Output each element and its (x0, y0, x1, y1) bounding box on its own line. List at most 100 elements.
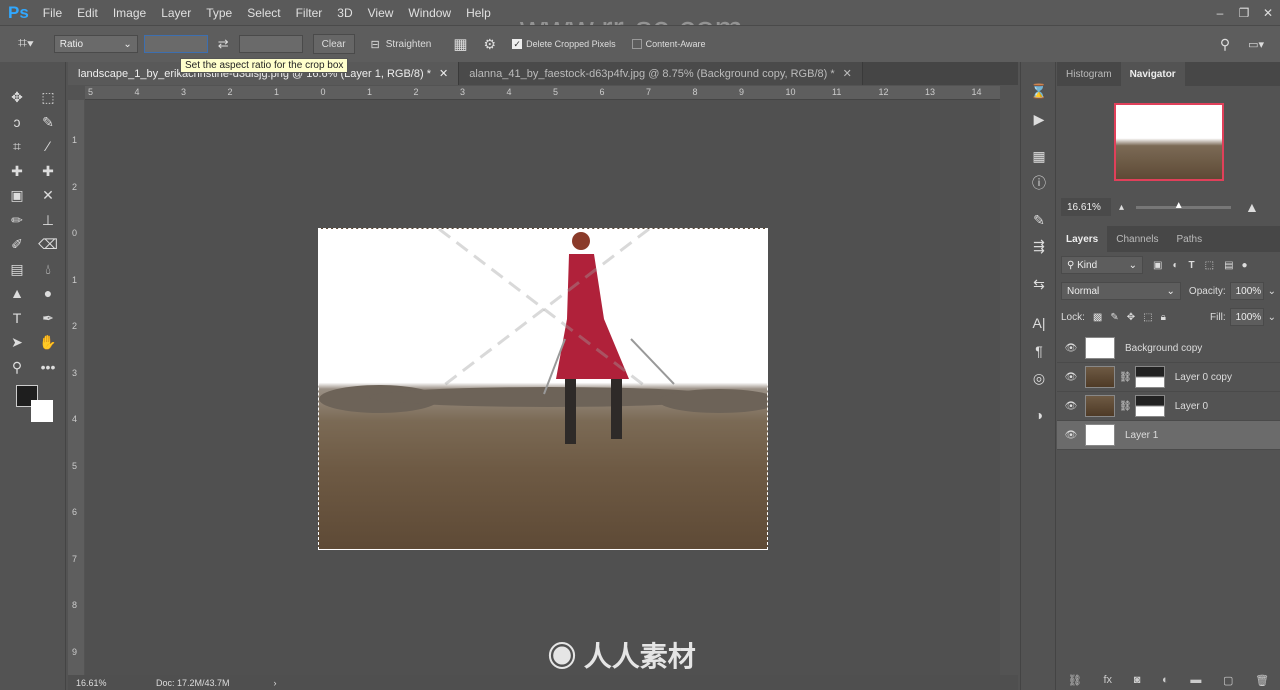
slider-knob[interactable]: ▲ (1174, 200, 1184, 211)
tab-navigator[interactable]: Navigator (1120, 62, 1185, 86)
menu-3d[interactable]: 3D (337, 6, 352, 20)
link-layers-icon[interactable]: ⛓ (1068, 674, 1082, 687)
history-panel-icon[interactable]: ⌛ (1028, 80, 1050, 102)
move-tool-icon[interactable]: ✥ (6, 86, 28, 108)
menu-view[interactable]: View (368, 6, 394, 20)
document-tab[interactable]: alanna_41_by_faestock-d63p4fv.jpg @ 8.75… (459, 62, 863, 85)
opacity-input[interactable]: 100% (1229, 282, 1264, 300)
type-tool-icon[interactable]: T (6, 307, 28, 329)
adjustments-panel-icon[interactable]: ◑ (1028, 404, 1050, 426)
menu-file[interactable]: File (43, 6, 62, 20)
lock-artboard-icon[interactable]: ⬚ (1143, 312, 1152, 323)
group-icon[interactable]: ▬ (1190, 674, 1201, 686)
filter-shape-icon[interactable]: ⬚ (1205, 260, 1214, 271)
layer-row[interactable]: 👁︎ ⛓ Layer 0 copy (1057, 363, 1280, 392)
menu-window[interactable]: Window (408, 6, 451, 20)
visibility-eye-icon[interactable]: 👁︎ (1057, 430, 1085, 441)
filter-toggle[interactable]: ● (1242, 260, 1248, 271)
add-mask-icon[interactable]: ◙ (1134, 674, 1141, 686)
menu-layer[interactable]: Layer (161, 6, 191, 20)
close-window-button[interactable]: ✕ (1256, 6, 1280, 20)
tab-histogram[interactable]: Histogram (1057, 62, 1121, 86)
lock-position-icon[interactable]: ✥ (1127, 312, 1135, 323)
paragraph-panel-icon[interactable]: ¶ (1028, 340, 1050, 362)
navigator-zoom-input[interactable]: 16.61% (1061, 198, 1111, 216)
opacity-dropdown[interactable]: ⌄ (1268, 286, 1276, 297)
info-panel-icon[interactable]: ⓘ (1028, 172, 1050, 194)
zoom-in-icon[interactable]: ▲ (1245, 199, 1259, 215)
pen-tool-tool-icon[interactable]: ✒ (37, 307, 59, 329)
pen-tool-icon[interactable]: ▲ (6, 282, 28, 304)
minimize-button[interactable]: – (1208, 6, 1232, 20)
straighten-button[interactable]: Straighten (386, 39, 432, 50)
brush-tool-icon[interactable]: ✏ (6, 209, 28, 231)
filter-kind-select[interactable]: ⚲ Kind ⌄ (1061, 256, 1143, 274)
blur-tool-icon[interactable]: 💧︎ (37, 258, 59, 280)
restore-button[interactable]: ❐ (1232, 6, 1256, 20)
ratio-width-input[interactable] (143, 35, 208, 53)
layer-mask-thumbnail[interactable] (1134, 366, 1165, 388)
hand-tool-icon[interactable]: ✋ (37, 331, 59, 353)
actions-panel-icon[interactable]: ▶ (1028, 108, 1050, 130)
search-icon[interactable]: ⚲ (1220, 36, 1230, 53)
history-brush-tool-icon[interactable]: ✐ (6, 233, 28, 255)
layer-row[interactable]: 👁︎ Layer 1 (1057, 421, 1280, 450)
visibility-eye-icon[interactable]: 👁︎ (1057, 372, 1085, 383)
menu-filter[interactable]: Filter (296, 6, 323, 20)
gear-icon[interactable]: ⚙ (484, 36, 497, 53)
zoom-out-icon[interactable]: ▴ (1119, 202, 1124, 213)
clone-source-panel-icon[interactable]: ⇆ (1028, 273, 1050, 295)
dodge-tool-icon[interactable]: ● (37, 282, 59, 304)
background-color-swatch[interactable] (31, 400, 53, 422)
layer-row[interactable]: 👁︎ ⛓ Layer 0 (1057, 392, 1280, 421)
more-tool-icon[interactable]: ••• (37, 356, 59, 378)
menu-type[interactable]: Type (206, 6, 232, 20)
brush-settings-panel-icon[interactable]: ⇶ (1028, 235, 1050, 257)
lock-paint-icon[interactable]: ✎ (1110, 312, 1118, 323)
crop-tool-icon[interactable]: ⌗ (6, 135, 28, 157)
straighten-icon[interactable]: ⊟ (371, 38, 380, 51)
overlay-grid-icon[interactable]: ▦ (453, 35, 467, 53)
marquee-tool-icon[interactable]: ⬚ (37, 86, 59, 108)
filter-smart-object-icon[interactable]: ▤ (1224, 260, 1233, 271)
new-layer-icon[interactable]: ▢ (1223, 674, 1233, 687)
close-tab-icon[interactable]: ✕ (439, 67, 448, 80)
status-zoom[interactable]: 16.61% (76, 678, 156, 688)
ratio-select[interactable]: Ratio ⌄ (53, 35, 138, 53)
character-panel-icon[interactable]: A| (1028, 312, 1050, 334)
healing-tool-icon[interactable]: ✚ (6, 160, 28, 182)
visibility-eye-icon[interactable]: 👁︎ (1057, 401, 1085, 412)
lock-all-icon[interactable]: 🔒︎ (1161, 312, 1166, 323)
workspace-icon[interactable]: ▭▾ (1248, 38, 1264, 51)
swap-icon[interactable]: ⇄ (218, 36, 229, 52)
adjustment-layer-icon[interactable]: ◐ (1162, 674, 1169, 686)
layer-mask-thumbnail[interactable] (1134, 395, 1165, 417)
navigator-zoom-slider[interactable]: ▲ (1136, 200, 1232, 211)
menu-select[interactable]: Select (247, 6, 280, 20)
eraser-tool-icon[interactable]: ⌫ (37, 233, 59, 255)
mask-link-icon[interactable]: ⛓ (1119, 401, 1132, 412)
fill-input[interactable]: 100% (1229, 308, 1264, 326)
menu-image[interactable]: Image (113, 6, 146, 20)
quick-select-tool-icon[interactable]: ✎ (37, 111, 59, 133)
styles-panel-icon[interactable]: ◎ (1028, 367, 1050, 389)
lock-transparent-icon[interactable]: ▩ (1093, 312, 1102, 323)
menu-edit[interactable]: Edit (77, 6, 98, 20)
fill-dropdown[interactable]: ⌄ (1268, 312, 1276, 323)
visibility-eye-icon[interactable]: 👁︎ (1057, 343, 1085, 354)
path-select-tool-icon[interactable]: ➤ (6, 331, 28, 353)
tab-channels[interactable]: Channels (1107, 226, 1167, 252)
tab-layers[interactable]: Layers (1057, 226, 1108, 252)
filter-type-icon[interactable]: T (1189, 260, 1195, 271)
status-menu-arrow[interactable]: › (274, 678, 277, 688)
tab-paths[interactable]: Paths (1168, 226, 1212, 252)
gradient-tool-icon[interactable]: ▤ (6, 258, 28, 280)
frame-tool-icon[interactable]: ▣ (6, 184, 28, 206)
content-aware-checkbox[interactable] (631, 39, 642, 49)
navigator-thumbnail[interactable] (1114, 103, 1224, 181)
close-tab-icon[interactable]: ✕ (843, 67, 852, 80)
eyedropper-tool-icon[interactable]: ⁄ (37, 135, 59, 157)
delete-cropped-checkbox[interactable]: ✓ (512, 39, 523, 49)
ratio-height-input[interactable] (238, 35, 303, 53)
menu-help[interactable]: Help (466, 6, 491, 20)
